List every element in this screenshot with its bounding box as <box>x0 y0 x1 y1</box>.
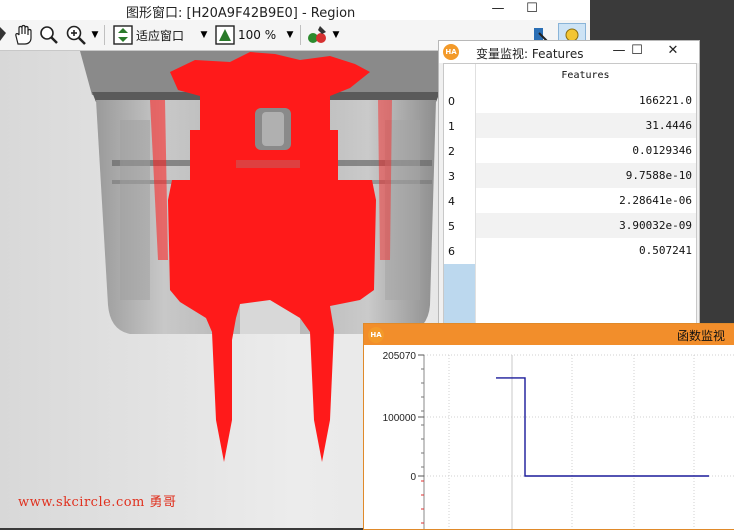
function-series-line <box>496 377 709 477</box>
zoom-percent-chevron-down-icon[interactable]: ▼ <box>284 23 296 47</box>
y-tick-label: 0 <box>410 472 416 483</box>
row-value-cell: 0.0129346 <box>476 138 696 163</box>
magnifier-icon[interactable] <box>38 23 60 47</box>
maximize-button[interactable]: ☐ <box>627 43 647 59</box>
row-value: 2.28641e-06 <box>619 194 692 207</box>
graphics-window-title: 图形窗口: [H20A9F42B9E0] - Region <box>126 6 356 21</box>
variable-monitor-window: HA 变量监视: Features — ☐ ✕ Features 0 166221… <box>438 40 700 327</box>
row-value-cell: 9.7588e-10 <box>476 163 696 188</box>
features-table: Features 0 166221.0 1 31.4446 2 0.0129346 3 9.7… <box>443 63 697 327</box>
function-plot: 205070 100000 0 <box>383 351 734 529</box>
toolbar-divider <box>300 25 301 45</box>
zoom-percent-icon <box>214 23 236 47</box>
row-value: 9.7588e-10 <box>625 169 692 182</box>
table-row[interactable]: 2 0.0129346 <box>444 138 696 163</box>
zoom-in-icon[interactable] <box>64 23 88 47</box>
table-row[interactable]: 3 9.7588e-10 <box>444 163 696 188</box>
row-value-cell: 2.28641e-06 <box>476 188 696 213</box>
row-value-cell: 31.4446 <box>476 113 696 138</box>
row-value: 0.0129346 <box>632 144 692 157</box>
graphics-window-titlebar: 图形窗口: [H20A9F42B9E0] - Region — ☐ <box>0 0 590 21</box>
close-button[interactable]: ✕ <box>663 43 683 59</box>
function-monitor-titlebar[interactable]: HA 函数监视 <box>364 324 734 345</box>
zoom-mode-value: 适应窗口 <box>136 28 185 43</box>
color-palette-icon[interactable] <box>305 23 329 47</box>
function-monitor-title: 函数监视 <box>676 329 725 343</box>
zoom-mode-chevron-down-icon[interactable]: ▼ <box>198 23 210 47</box>
row-value: 3.90032e-09 <box>619 219 692 232</box>
table-row[interactable]: 0 166221.0 <box>444 88 696 113</box>
row-value-cell: 166221.0 <box>476 88 696 113</box>
fit-window-icon[interactable] <box>112 23 134 47</box>
minimize-button[interactable]: — <box>609 43 629 59</box>
index-selection-highlight <box>444 264 475 326</box>
row-index: 1 <box>448 120 455 133</box>
row-value: 166221.0 <box>639 94 692 107</box>
watermark-text: www.skcircle.com 勇哥 <box>18 495 177 510</box>
maximize-button[interactable]: ☐ <box>522 1 542 17</box>
row-index: 3 <box>448 170 455 183</box>
column-header: Features <box>561 70 610 81</box>
row-value-cell: 0.507241 <box>476 238 696 263</box>
row-value-cell: 3.90032e-09 <box>476 213 696 238</box>
zoom-percent-value: 100 % <box>238 28 277 42</box>
table-row[interactable]: 1 31.4446 <box>444 113 696 138</box>
row-index: 5 <box>448 220 455 233</box>
toolbar-divider <box>104 25 105 45</box>
row-index: 4 <box>448 195 455 208</box>
zoom-percent-select[interactable]: 100 % <box>238 24 276 46</box>
pointer-icon[interactable] <box>0 23 8 47</box>
halcon-logo-icon: HA <box>368 327 384 343</box>
row-value: 0.507241 <box>639 244 692 257</box>
function-monitor-window: HA 函数监视 205070 100000 0 <box>363 323 734 530</box>
y-tick-label: 100000 <box>383 413 417 424</box>
zoom-mode-select[interactable]: 适应窗口 <box>136 24 184 46</box>
table-row[interactable]: 5 3.90032e-09 <box>444 213 696 238</box>
variable-monitor-titlebar[interactable]: HA 变量监视: Features — ☐ ✕ <box>439 41 699 63</box>
minimize-button[interactable]: — <box>488 1 508 17</box>
halcon-logo-icon: HA <box>443 44 459 60</box>
table-row[interactable]: 6 0.507241 <box>444 238 696 263</box>
row-index: 2 <box>448 145 455 158</box>
pan-hand-icon[interactable] <box>11 23 35 47</box>
table-row[interactable]: 4 2.28641e-06 <box>444 188 696 213</box>
row-value: 31.4446 <box>645 119 692 132</box>
color-chevron-down-icon[interactable]: ▼ <box>331 23 341 47</box>
row-index: 0 <box>448 95 455 108</box>
zoom-dropdown-chevron-down-icon[interactable]: ▼ <box>90 23 100 47</box>
y-tick-label: 205070 <box>383 351 417 362</box>
variable-monitor-title: 变量监视: Features <box>476 47 584 61</box>
row-index: 6 <box>448 245 455 258</box>
